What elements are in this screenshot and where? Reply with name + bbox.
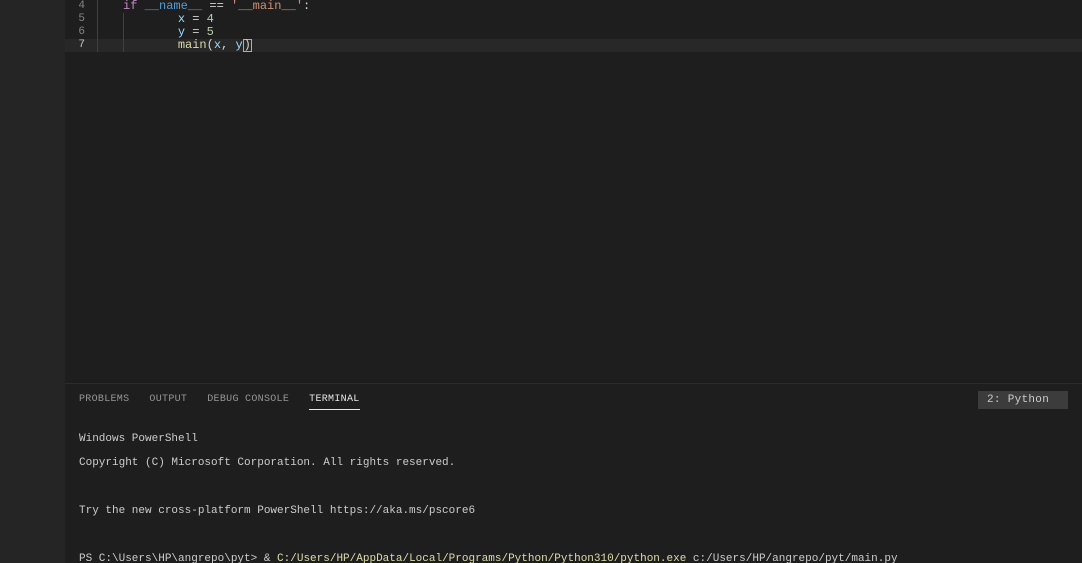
line-number: 4 xyxy=(65,0,97,13)
tab-debug-console[interactable]: DEBUG CONSOLE xyxy=(207,390,289,409)
code-line[interactable]: 7 main(x, y) xyxy=(65,39,1082,52)
line-number: 6 xyxy=(65,26,97,39)
editor-pane[interactable]: 4if __name__ == '__main__':5 x = 46 y = … xyxy=(65,0,1082,383)
terminal-line: PS C:\Users\HP\angrepo\pyt> & C:/Users/H… xyxy=(79,553,1068,563)
tab-terminal[interactable]: TERMINAL xyxy=(309,390,359,410)
code-content: main(x, y) xyxy=(97,39,252,52)
terminal-line: Copyright (C) Microsoft Corporation. All… xyxy=(79,457,1068,469)
activity-bar-placeholder xyxy=(0,0,65,563)
bottom-panel: PROBLEMS OUTPUT DEBUG CONSOLE TERMINAL 2… xyxy=(65,383,1082,563)
line-number: 7 xyxy=(65,39,97,52)
tab-problems[interactable]: PROBLEMS xyxy=(79,390,129,409)
tab-output[interactable]: OUTPUT xyxy=(149,390,187,409)
terminal-selector-dropdown[interactable]: 2: Python xyxy=(978,391,1068,409)
terminal-line: Try the new cross-platform PowerShell ht… xyxy=(79,505,1068,517)
panel-tabs: PROBLEMS OUTPUT DEBUG CONSOLE TERMINAL 2… xyxy=(65,384,1082,415)
code-line[interactable]: 5 x = 4 xyxy=(65,13,1082,26)
terminal-line: Windows PowerShell xyxy=(79,433,1068,445)
main-area: 4if __name__ == '__main__':5 x = 46 y = … xyxy=(65,0,1082,563)
line-number: 5 xyxy=(65,13,97,26)
code-line[interactable]: 4if __name__ == '__main__': xyxy=(65,0,1082,13)
editor-cursor: ) xyxy=(243,39,252,52)
terminal-body[interactable]: Windows PowerShell Copyright (C) Microso… xyxy=(65,415,1082,563)
